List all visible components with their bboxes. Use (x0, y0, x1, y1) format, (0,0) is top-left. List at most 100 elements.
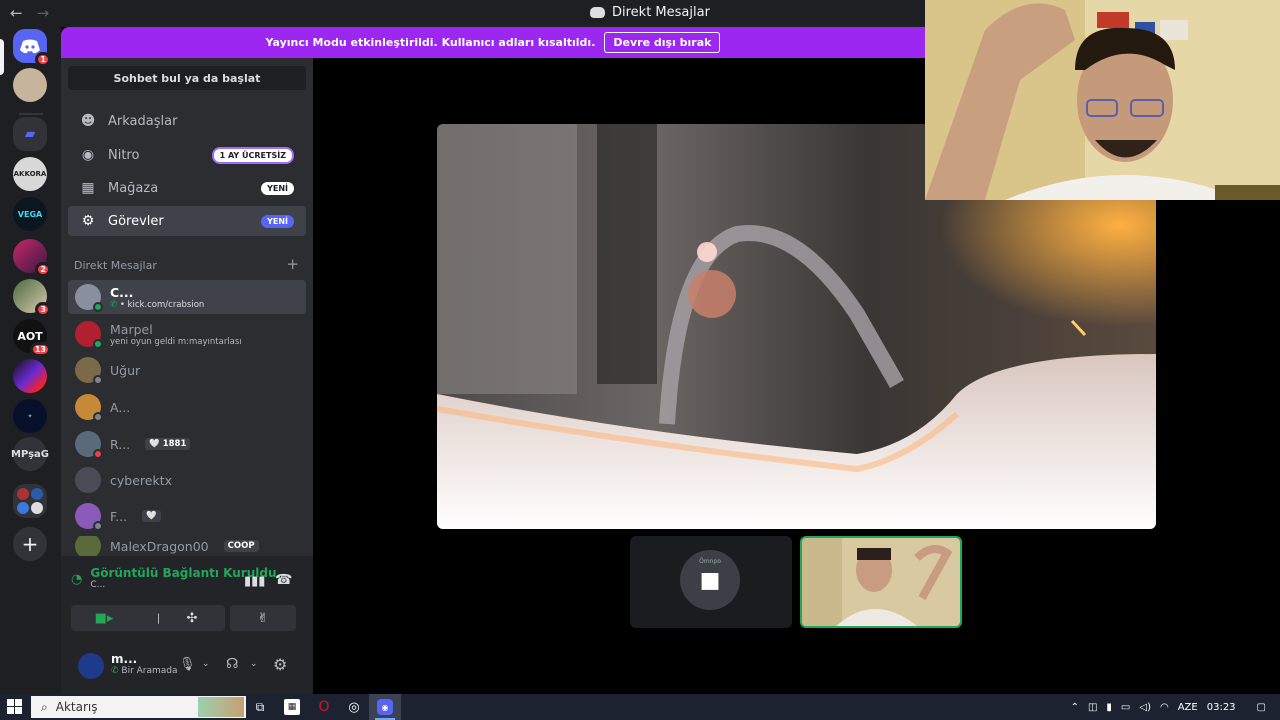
server-icon-dark[interactable]: ✦ (13, 399, 47, 433)
chevron-down-icon[interactable]: ⌄ (202, 659, 210, 669)
status-offline-icon (93, 412, 103, 422)
server-icon-gradient[interactable] (13, 359, 47, 393)
dm-activity-text: • kick.com/crabsion (119, 299, 205, 310)
windows-taskbar: ⌕ Aktarış ⧉ ▦ O ◎ ◉ ⌃ ◫ ▮ ▭ ◁) ◠ AZE 03:… (0, 694, 1280, 720)
back-button[interactable]: ← (10, 4, 23, 22)
soundboard-icon: ✌ (257, 610, 269, 626)
notification-icon[interactable]: ▢ (1257, 702, 1266, 713)
server-badge: 3 (35, 302, 51, 317)
new-badge: YENİ (261, 181, 294, 195)
dm-activity-text: yeni oyun geldi m:mayıntarlası (110, 336, 242, 347)
soundboard-button[interactable]: ✌ (230, 605, 296, 631)
create-dm-button[interactable]: + (286, 257, 299, 272)
user-status: ✆ Bir Aramada (111, 666, 178, 676)
nitro-offer-badge: 1 AY ÜCRETSİZ (211, 146, 294, 164)
taskbar-search[interactable]: ⌕ Aktarış (31, 696, 246, 718)
nav-nitro[interactable]: ◉ Nitro 1 AY ÜCRETSİZ (68, 140, 306, 170)
volume-icon[interactable]: ◁) (1139, 702, 1151, 713)
folder-grid (17, 488, 43, 514)
clock[interactable]: 03:23 (1207, 702, 1236, 713)
window-title-text: Direkt Mesajlar (612, 5, 710, 20)
user-name: m... (111, 652, 138, 666)
home-button[interactable]: 1 (13, 29, 51, 67)
dm-header-label: Direkt Mesajlar (74, 259, 157, 272)
server-icon-pink[interactable]: 2 (13, 239, 51, 277)
clan-tag: COOP (223, 540, 259, 552)
nav-shop[interactable]: ▦ Mağaza YENİ (68, 173, 306, 203)
dm-name: A... (110, 399, 131, 415)
server-aot[interactable]: AOT 13 (13, 319, 51, 357)
camera-button[interactable]: ■▸ (71, 605, 137, 631)
server-folder[interactable] (13, 484, 47, 518)
start-tile (15, 707, 22, 714)
task-view-icon[interactable]: ⧉ (252, 699, 268, 715)
forward-button[interactable]: → (37, 4, 50, 22)
avatar (75, 357, 103, 385)
streamer-mode-banner: Yayıncı Modu etkinleştirildi. Kullanıcı … (61, 27, 925, 58)
chevron-up-icon[interactable]: ⌃ (1071, 702, 1079, 713)
dm-item[interactable]: MalexDragon00 COOP (68, 536, 306, 556)
search-highlight-image (198, 697, 244, 717)
headphones-icon[interactable]: ☊ (226, 656, 238, 672)
dm-item[interactable]: A... (68, 390, 306, 424)
dm-item[interactable]: R... 🤍 1881 (68, 427, 306, 461)
dm-item[interactable]: Marpel yeni oyun geldi m:mayıntarlası (68, 317, 306, 351)
activities-icon: ✣ (186, 610, 198, 626)
nitro-icon: ◉ (81, 147, 95, 163)
clan-tag: 🤍 (142, 510, 161, 522)
folder-server-icon (31, 488, 43, 500)
server-mpsag[interactable]: MPşaG (11, 437, 49, 471)
banner-text: Yayıncı Modu etkinleştirildi. Kullanıcı … (265, 36, 596, 49)
language-indicator[interactable]: AZE (1178, 702, 1198, 713)
dm-name: cyberektx (110, 472, 172, 488)
server-akkora[interactable]: AKKORA (13, 157, 47, 191)
activities-button[interactable]: ✣ (159, 605, 225, 631)
avatar (75, 536, 101, 556)
disable-streamer-mode-button[interactable]: Devre dışı bırak (604, 32, 721, 53)
server-icon-profile[interactable] (13, 68, 47, 102)
nav-quests[interactable]: ⚙ Görevler YENİ (68, 206, 306, 236)
store-icon[interactable]: ▦ (284, 699, 300, 715)
noise-suppression-icon[interactable]: ▮▮▮ (244, 574, 265, 589)
dm-name: F... (110, 508, 128, 524)
folder-icon[interactable]: ▰ (13, 117, 47, 151)
dm-activity: ✆ • kick.com/crabsion (110, 300, 204, 310)
status-offline-icon (93, 521, 103, 531)
friends-icon: ☻ (80, 113, 96, 129)
windows-start-icon[interactable] (7, 699, 22, 714)
disconnect-icon[interactable]: ☎ (275, 572, 292, 588)
mic-tray-icon[interactable]: ▮ (1106, 702, 1112, 713)
streamer-webcam-overlay (925, 0, 1280, 200)
window-title: Direkt Mesajlar (590, 5, 710, 20)
chevron-down-icon[interactable]: ⌄ (250, 659, 258, 669)
participant-tile[interactable]: Ӧmnpo ■ (630, 536, 792, 628)
new-badge: YENİ (261, 214, 294, 228)
nav-friends[interactable]: ☻ Arkadaşlar (68, 106, 306, 136)
camera-tray-icon[interactable]: ◫ (1088, 702, 1097, 713)
call-icon: ✆ (111, 666, 122, 676)
nav-label: Görevler (108, 213, 164, 229)
dm-name: Marpel (110, 321, 153, 337)
add-server-button[interactable]: + (13, 527, 47, 561)
server-label: AOT (17, 329, 43, 343)
find-conversation-button[interactable]: Sohbet bul ya da başlat (68, 66, 306, 90)
opera-icon[interactable]: O (316, 699, 332, 715)
quests-icon: ⚙ (81, 213, 95, 229)
camera-off-icon: ■ (699, 567, 721, 593)
dm-section-header: Direkt Mesajlar + (74, 257, 299, 273)
dm-item[interactable]: cyberektx (68, 463, 306, 497)
battery-icon[interactable]: ▭ (1121, 702, 1130, 713)
server-vega[interactable]: VEGA (13, 197, 47, 231)
dm-item[interactable]: Uğur (68, 353, 306, 387)
dm-item[interactable]: F... 🤍 (68, 499, 306, 533)
dm-name: Uğur (110, 362, 141, 378)
mic-icon[interactable]: 🎙︎ (179, 657, 196, 672)
gear-icon[interactable]: ⚙ (273, 655, 287, 674)
participant-tile-active[interactable] (800, 536, 962, 628)
wifi-icon[interactable]: ◠ (1160, 702, 1169, 713)
avatar[interactable] (78, 653, 104, 679)
dm-item[interactable]: C... ✆ • kick.com/crabsion (68, 280, 306, 314)
steam-icon[interactable]: ◎ (346, 699, 362, 715)
server-icon-anime[interactable]: 3 (13, 279, 51, 317)
server-badge: 13 (29, 342, 51, 357)
